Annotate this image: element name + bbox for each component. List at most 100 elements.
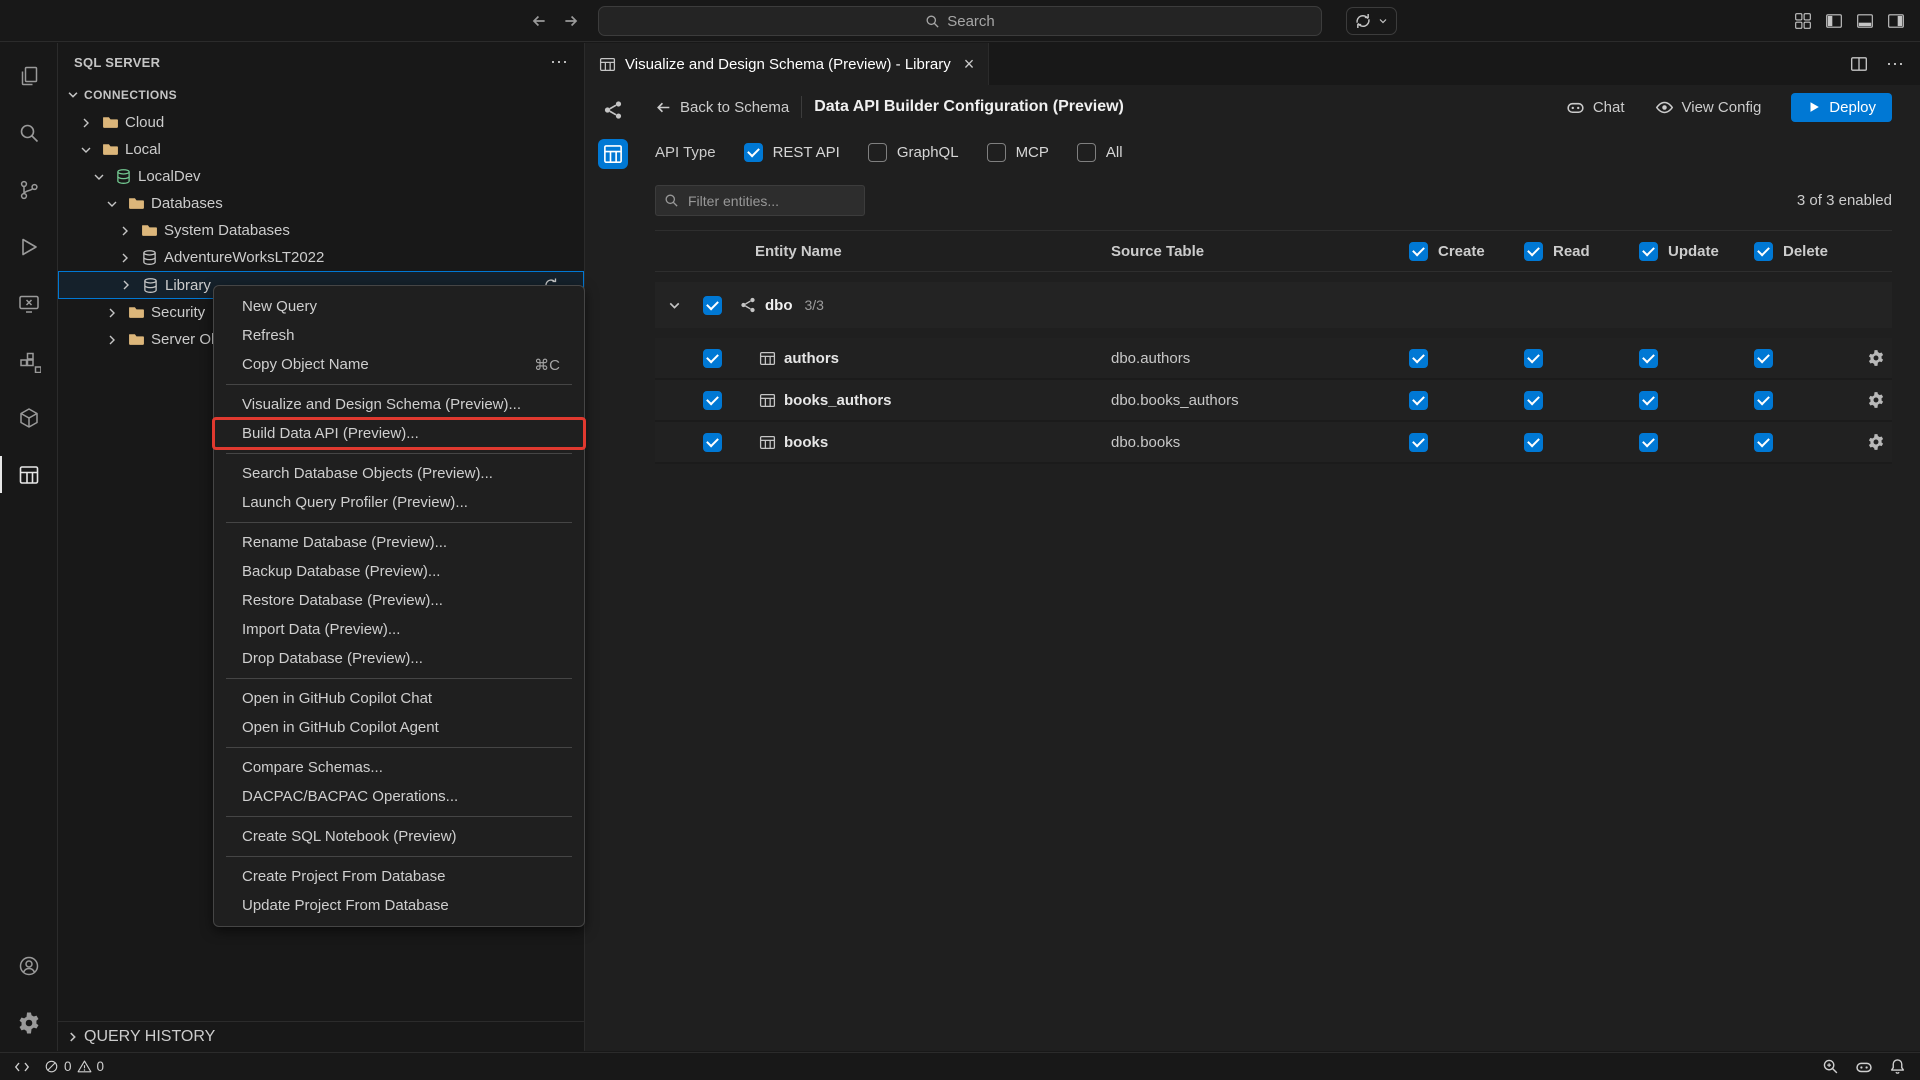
menu-item-rename-database[interactable]: Rename Database (Preview)... <box>214 528 584 557</box>
chat-button[interactable]: Chat <box>1566 98 1625 117</box>
read-checkbox[interactable] <box>1524 433 1543 452</box>
tree-item-localdev[interactable]: LocalDev <box>58 163 584 190</box>
tree-item-databases[interactable]: Databases <box>58 190 584 217</box>
activity-run-debug[interactable] <box>0 218 57 275</box>
create-checkbox[interactable] <box>1409 349 1428 368</box>
read-checkbox[interactable] <box>1524 391 1543 410</box>
option-rest-api[interactable]: REST API <box>744 143 840 162</box>
update-all-checkbox[interactable] <box>1639 242 1658 261</box>
tab-close-button[interactable]: × <box>964 55 975 73</box>
menu-item-search-database-objects[interactable]: Search Database Objects (Preview)... <box>214 459 584 488</box>
menu-item-restore-database[interactable]: Restore Database (Preview)... <box>214 586 584 615</box>
menu-item-visualize-design-schema[interactable]: Visualize and Design Schema (Preview)... <box>214 390 584 419</box>
menu-item-new-query[interactable]: New Query <box>214 292 584 321</box>
menu-item-refresh[interactable]: Refresh <box>214 321 584 350</box>
all-checkbox[interactable] <box>1077 143 1096 162</box>
chevron-down-icon[interactable] <box>102 196 122 212</box>
menu-item-compare-schemas[interactable]: Compare Schemas... <box>214 753 584 782</box>
toggle-panel-icon[interactable] <box>1855 11 1875 31</box>
menu-item-build-data-api[interactable]: Build Data API (Preview)... <box>214 419 584 448</box>
menu-item-drop-database[interactable]: Drop Database (Preview)... <box>214 644 584 673</box>
schema-designer-rail-button[interactable] <box>598 95 628 125</box>
tree-item-adventureworks[interactable]: AdventureWorksLT2022 <box>58 244 584 271</box>
tree-item-cloud[interactable]: Cloud <box>58 109 584 136</box>
chevron-down-icon[interactable] <box>655 297 693 314</box>
create-checkbox[interactable] <box>1409 433 1428 452</box>
activity-schema-designer[interactable] <box>0 446 57 503</box>
nav-forward-button[interactable] <box>560 10 582 32</box>
update-checkbox[interactable] <box>1639 391 1658 410</box>
tree-item-local[interactable]: Local <box>58 136 584 163</box>
back-to-schema-button[interactable]: Back to Schema <box>655 99 789 116</box>
activity-extensions[interactable] <box>0 332 57 389</box>
bell-icon[interactable] <box>1889 1058 1906 1075</box>
menu-item-open-copilot-agent[interactable]: Open in GitHub Copilot Agent <box>214 713 584 742</box>
more-actions-icon[interactable]: ⋯ <box>1886 55 1904 73</box>
create-checkbox[interactable] <box>1409 391 1428 410</box>
option-mcp[interactable]: MCP <box>987 143 1049 162</box>
menu-item-open-copilot-chat[interactable]: Open in GitHub Copilot Chat <box>214 684 584 713</box>
data-api-builder-rail-button[interactable] <box>598 139 628 169</box>
delete-checkbox[interactable] <box>1754 433 1773 452</box>
menu-item-backup-database[interactable]: Backup Database (Preview)... <box>214 557 584 586</box>
problems-indicator[interactable]: 0 0 <box>44 1059 104 1074</box>
activity-search[interactable] <box>0 104 57 161</box>
chevron-right-icon[interactable] <box>76 115 96 131</box>
update-checkbox[interactable] <box>1639 349 1658 368</box>
menu-item-create-project-from-database[interactable]: Create Project From Database <box>214 862 584 891</box>
chevron-right-icon[interactable] <box>115 250 135 266</box>
option-graphql[interactable]: GraphQL <box>868 143 959 162</box>
rest-api-checkbox[interactable] <box>744 143 763 162</box>
chevron-right-icon[interactable] <box>115 223 135 239</box>
entity-settings-gear-icon[interactable] <box>1867 391 1885 409</box>
update-checkbox[interactable] <box>1639 433 1658 452</box>
customize-layout-icon[interactable] <box>1793 11 1813 31</box>
filter-entities-input[interactable] <box>655 185 865 216</box>
split-editor-icon[interactable] <box>1850 55 1868 73</box>
section-query-history[interactable]: QUERY HISTORY <box>58 1021 584 1051</box>
row-checkbox[interactable] <box>703 391 722 410</box>
toggle-secondary-sidebar-icon[interactable] <box>1886 11 1906 31</box>
command-center-search[interactable]: Search <box>598 6 1322 36</box>
copilot-icon[interactable] <box>1855 1058 1873 1076</box>
chevron-right-icon[interactable] <box>116 277 136 293</box>
activity-settings[interactable] <box>0 994 57 1051</box>
chevron-right-icon[interactable] <box>102 332 122 348</box>
graphql-checkbox[interactable] <box>868 143 887 162</box>
menu-item-dacpac-bacpac[interactable]: DACPAC/BACPAC Operations... <box>214 782 584 811</box>
activity-source-control[interactable] <box>0 161 57 218</box>
deploy-button[interactable]: Deploy <box>1791 93 1892 122</box>
toggle-primary-sidebar-icon[interactable] <box>1824 11 1844 31</box>
nav-back-button[interactable] <box>528 10 550 32</box>
remote-indicator[interactable] <box>14 1059 30 1075</box>
tree-item-system-databases[interactable]: System Databases <box>58 217 584 244</box>
activity-database-projects[interactable] <box>0 389 57 446</box>
activity-sql-server[interactable] <box>0 275 57 332</box>
chevron-down-icon[interactable] <box>76 142 96 158</box>
entity-settings-gear-icon[interactable] <box>1867 349 1885 367</box>
chevron-right-icon[interactable] <box>102 305 122 321</box>
menu-item-create-sql-notebook[interactable]: Create SQL Notebook (Preview) <box>214 822 584 851</box>
mcp-checkbox[interactable] <box>987 143 1006 162</box>
group-checkbox[interactable] <box>703 296 722 315</box>
delete-all-checkbox[interactable] <box>1754 242 1773 261</box>
zoom-icon[interactable] <box>1822 1058 1839 1075</box>
read-checkbox[interactable] <box>1524 349 1543 368</box>
sessions-button[interactable] <box>1346 7 1397 35</box>
delete-checkbox[interactable] <box>1754 391 1773 410</box>
create-all-checkbox[interactable] <box>1409 242 1428 261</box>
chevron-down-icon[interactable] <box>89 169 109 185</box>
sidebar-more-actions-button[interactable]: ⋯ <box>550 53 568 71</box>
row-checkbox[interactable] <box>703 433 722 452</box>
menu-item-copy-object-name[interactable]: Copy Object Name⌘C <box>214 350 584 379</box>
menu-item-import-data[interactable]: Import Data (Preview)... <box>214 615 584 644</box>
activity-files[interactable] <box>0 47 57 104</box>
row-checkbox[interactable] <box>703 349 722 368</box>
section-connections[interactable]: CONNECTIONS <box>58 81 584 109</box>
view-config-button[interactable]: View Config <box>1655 98 1762 117</box>
activity-accounts[interactable] <box>0 937 57 994</box>
option-all[interactable]: All <box>1077 143 1123 162</box>
entity-settings-gear-icon[interactable] <box>1867 433 1885 451</box>
menu-item-update-project-from-database[interactable]: Update Project From Database <box>214 891 584 920</box>
tab-visualize-design-schema[interactable]: Visualize and Design Schema (Preview) - … <box>585 43 989 85</box>
